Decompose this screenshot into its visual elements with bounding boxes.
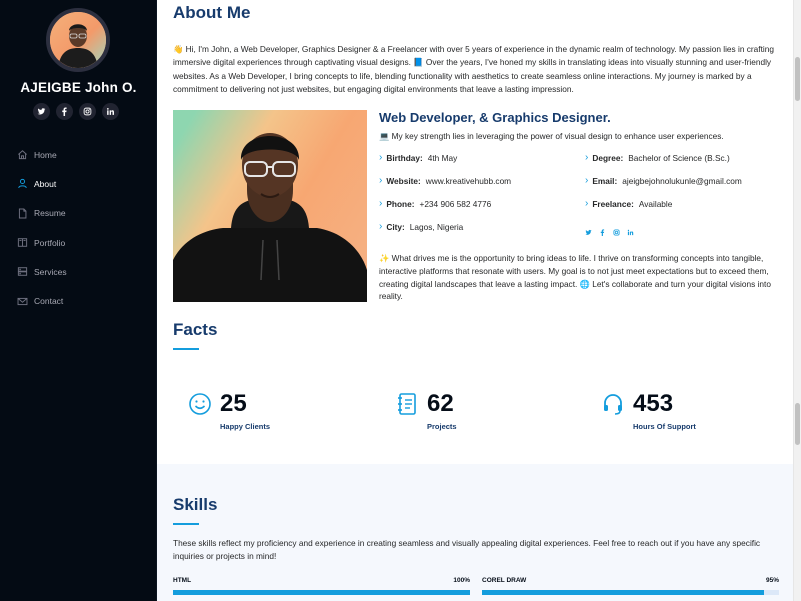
skill-html: HTML 100% [173, 577, 470, 595]
skill-percent: 95% [765, 577, 779, 584]
chevron-right-icon: › [379, 175, 383, 186]
envelope-icon [16, 295, 28, 307]
email-link[interactable]: ajeigbejohnolukunle@gmail.com [622, 176, 742, 186]
sidebar-item-label: Home [34, 149, 57, 160]
sidebar-item-label: Contact [34, 296, 64, 307]
avatar [46, 8, 110, 72]
twitter-icon[interactable] [33, 103, 50, 120]
skills-description: These skills reflect my proficiency and … [173, 538, 761, 561]
facts-title: Facts [173, 320, 218, 339]
sidebar-item-resume[interactable]: Resume [16, 199, 146, 228]
sidebar-nav: Home About Resume Portfolio Services Con… [16, 140, 146, 316]
website-link[interactable]: www.kreativehubb.com [426, 176, 511, 186]
person-icon [16, 178, 28, 190]
skill-progress-bar [173, 590, 470, 595]
sidebar-item-portfolio[interactable]: Portfolio [16, 228, 146, 257]
about-intro: 👋 Hi, I'm John, a Web Developer, Graphic… [173, 44, 774, 94]
skill-corel-draw: COREL DRAW 95% [482, 577, 779, 595]
skill-percent: 100% [453, 577, 470, 584]
skill-progress-bar [482, 590, 779, 595]
headset-icon [604, 394, 622, 415]
sidebar-item-label: Portfolio [34, 237, 66, 248]
linkedin-icon[interactable] [102, 103, 119, 120]
linkedin-icon[interactable] [627, 229, 634, 238]
about-title: About Me [173, 3, 251, 22]
skill-name: HTML [173, 577, 192, 584]
info-phone: › Phone: +234 906 582 4776 [379, 198, 492, 209]
server-icon [16, 266, 28, 278]
instagram-icon[interactable] [613, 229, 620, 238]
fact-label: Hours Of Support [633, 422, 696, 431]
sidebar-item-home[interactable]: Home [16, 140, 146, 169]
chevron-right-icon: › [585, 175, 589, 186]
chevron-right-icon: › [379, 198, 383, 209]
fact-value: 453 [633, 390, 674, 417]
fact-label: Projects [427, 422, 457, 431]
chevron-right-icon: › [585, 198, 589, 209]
about-social [585, 229, 634, 238]
skills-title: Skills [173, 495, 218, 514]
profile-photo [173, 110, 367, 302]
sidebar-item-label: About [34, 178, 57, 189]
facebook-icon[interactable] [56, 103, 73, 120]
sidebar-item-label: Services [34, 266, 67, 277]
journal-icon [398, 393, 416, 415]
sidebar-name: AJEIGBE John O. [20, 80, 137, 95]
facebook-icon[interactable] [599, 229, 606, 238]
info-degree: › Degree: Bachelor of Science (B.Sc.) [585, 152, 730, 163]
skill-name: COREL DRAW [482, 577, 527, 584]
info-city: › City: Lagos, Nigeria [379, 221, 464, 232]
scrollbar-thumb[interactable] [795, 57, 800, 101]
avatar-image [50, 12, 106, 68]
chevron-right-icon: › [379, 221, 383, 232]
sidebar-item-label: Resume [34, 208, 66, 219]
sidebar: AJEIGBE John O. Home About Resume Portfo… [0, 0, 157, 601]
skill-progress-fill [173, 590, 470, 595]
info-birthday: › Birthday: 4th May [379, 152, 458, 163]
sidebar-item-contact[interactable]: Contact [16, 286, 146, 315]
role-subtitle: 💻 My key strength lies in leveraging the… [379, 131, 724, 141]
sidebar-item-services[interactable]: Services [16, 257, 146, 286]
fact-label: Happy Clients [220, 422, 271, 431]
instagram-icon[interactable] [79, 103, 96, 120]
sidebar-item-about[interactable]: About [16, 169, 146, 198]
fact-value: 62 [427, 390, 454, 417]
main-content: About Me 👋 Hi, I'm John, a Web Developer… [157, 0, 793, 601]
role-title: Web Developer, & Graphics Designer. [379, 110, 611, 125]
sidebar-social [33, 103, 119, 120]
fact-value: 25 [220, 390, 247, 417]
info-website: › Website: www.kreativehubb.com [379, 175, 512, 186]
scrollbar-thumb-secondary[interactable] [795, 403, 800, 445]
info-email: › Email: ajeigbejohnolukunle@gmail.com [585, 175, 742, 186]
skills-underline [173, 523, 199, 525]
file-icon [16, 207, 28, 219]
about-outro: ✨ What drives me is the opportunity to b… [379, 253, 771, 302]
smiley-icon [189, 393, 211, 415]
twitter-icon[interactable] [585, 229, 592, 238]
skill-progress-fill [482, 590, 765, 595]
info-freelance: › Freelance: Available [585, 198, 673, 209]
book-icon [16, 237, 28, 249]
facts-underline [173, 348, 199, 350]
chevron-right-icon: › [585, 152, 589, 163]
chevron-right-icon: › [379, 152, 383, 163]
home-icon [16, 149, 28, 161]
